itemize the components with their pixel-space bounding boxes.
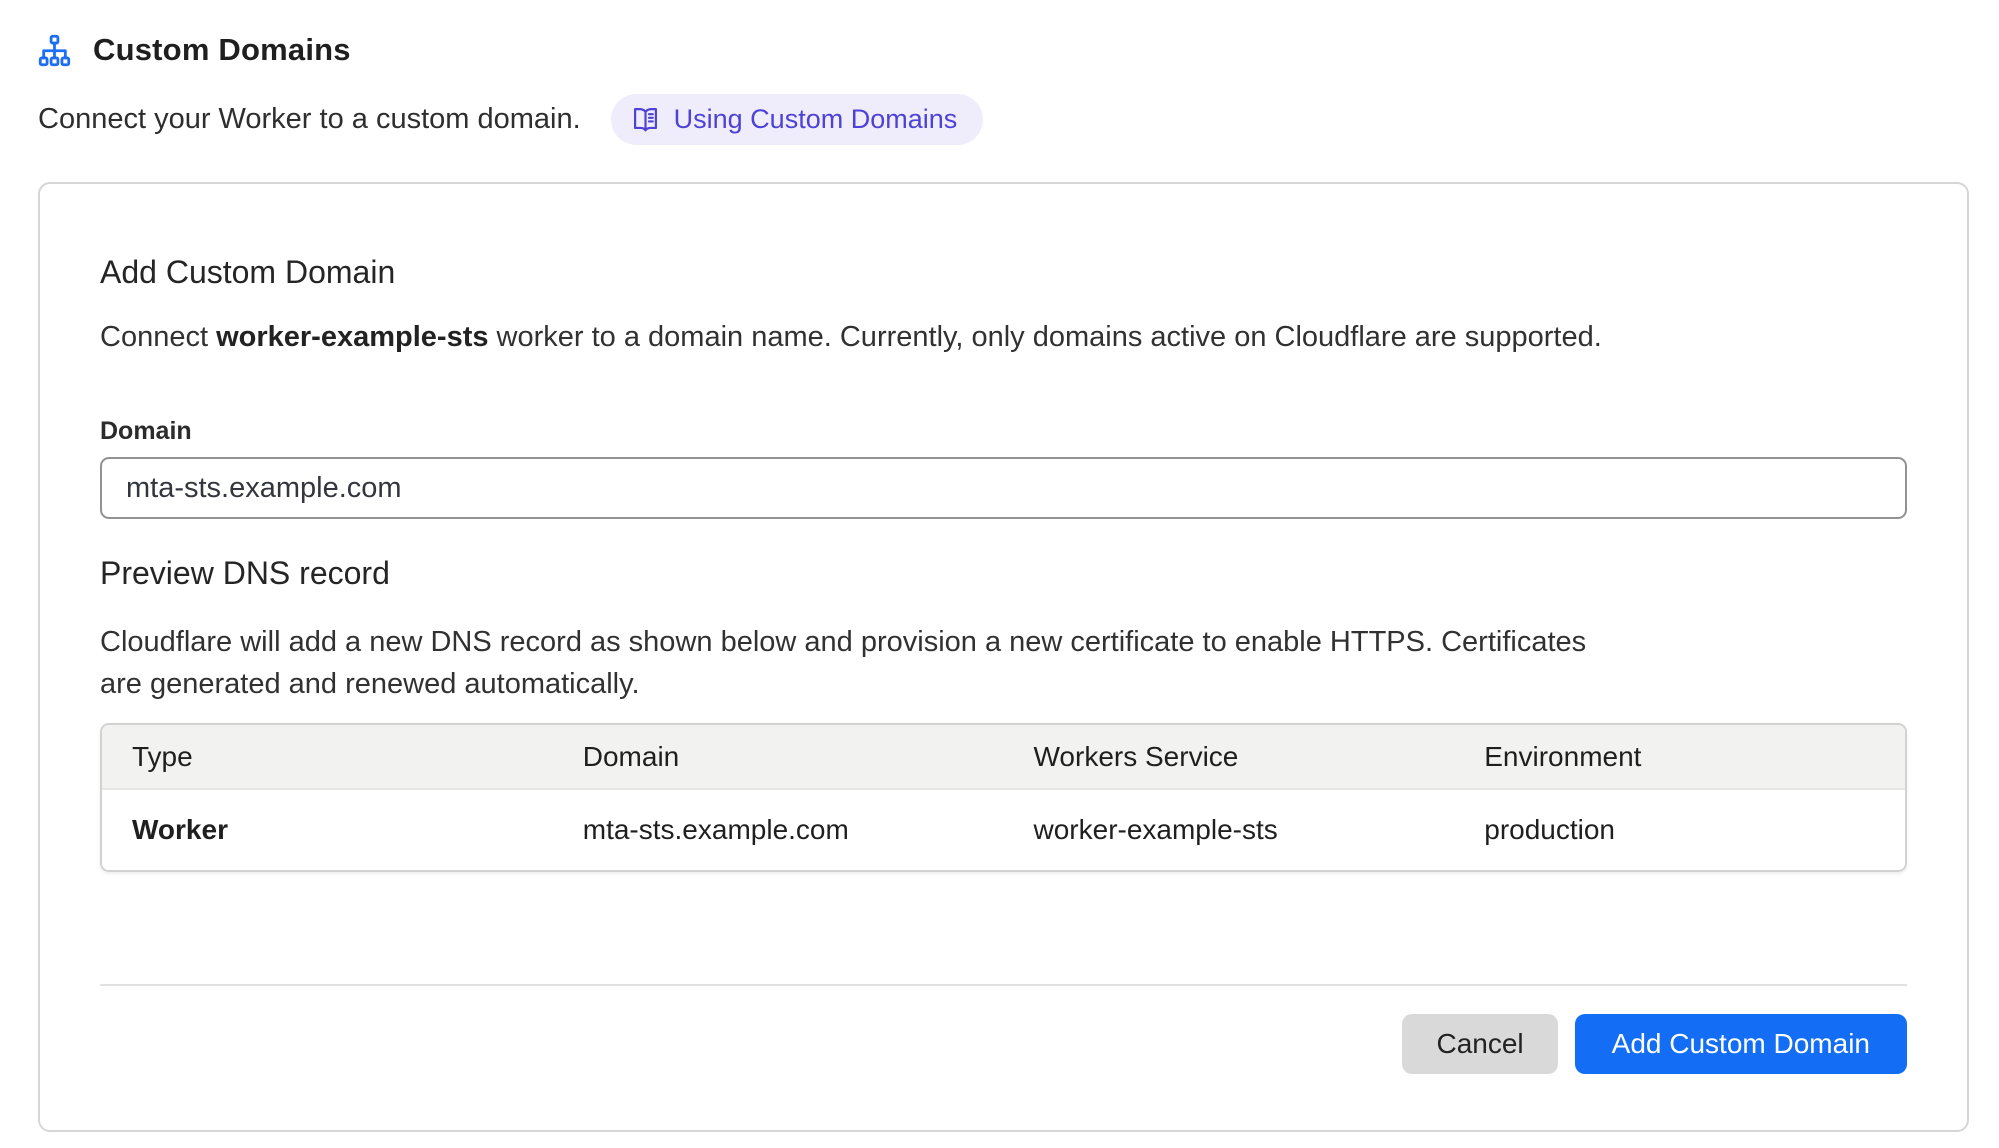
page-header: Custom Domains Connect your Worker to a …	[0, 0, 1999, 145]
dns-cell-environment: production	[1454, 814, 1905, 846]
cancel-button[interactable]: Cancel	[1402, 1014, 1557, 1074]
book-icon	[631, 105, 660, 134]
dns-table-header-row: Type Domain Workers Service Environment	[102, 725, 1905, 790]
dns-header-workers-service: Workers Service	[1004, 741, 1455, 773]
page-title: Custom Domains	[93, 32, 351, 68]
docs-link-label: Using Custom Domains	[674, 104, 958, 135]
title-row: Custom Domains	[38, 32, 1961, 68]
subtitle-row: Connect your Worker to a custom domain. …	[38, 94, 1961, 145]
dns-cell-domain: mta-sts.example.com	[553, 814, 1004, 846]
dns-preview-table: Type Domain Workers Service Environment …	[100, 723, 1907, 872]
page-subtitle: Connect your Worker to a custom domain.	[38, 103, 581, 136]
add-custom-domain-button[interactable]: Add Custom Domain	[1575, 1014, 1907, 1074]
card-footer: Cancel Add Custom Domain	[100, 1014, 1907, 1074]
preview-dns-description: Cloudflare will add a new DNS record as …	[100, 621, 1600, 705]
dns-header-environment: Environment	[1454, 741, 1905, 773]
card-description-prefix: Connect	[100, 321, 216, 353]
dns-header-domain: Domain	[553, 741, 1004, 773]
footer-divider	[100, 984, 1907, 986]
card-description-suffix: worker to a domain name. Currently, only…	[488, 321, 1601, 353]
card-heading: Add Custom Domain	[100, 254, 1907, 290]
dns-table-row: Worker mta-sts.example.com worker-exampl…	[102, 790, 1905, 870]
sitemap-icon	[38, 34, 71, 67]
domain-input[interactable]	[100, 457, 1907, 519]
card-description: Connect worker-example-sts worker to a d…	[100, 320, 1907, 354]
dns-cell-workers-service: worker-example-sts	[1004, 814, 1455, 846]
add-custom-domain-card: Add Custom Domain Connect worker-example…	[38, 182, 1969, 1132]
worker-name: worker-example-sts	[216, 321, 488, 353]
domain-field: Domain	[100, 418, 1907, 519]
docs-link-using-custom-domains[interactable]: Using Custom Domains	[611, 94, 984, 145]
domain-label: Domain	[100, 418, 1907, 444]
preview-dns-heading: Preview DNS record	[100, 555, 1907, 591]
dns-cell-type: Worker	[102, 814, 553, 846]
dns-header-type: Type	[102, 741, 553, 773]
custom-domains-page: { "page": { "title": "Custom Domains", "…	[0, 0, 1999, 1148]
